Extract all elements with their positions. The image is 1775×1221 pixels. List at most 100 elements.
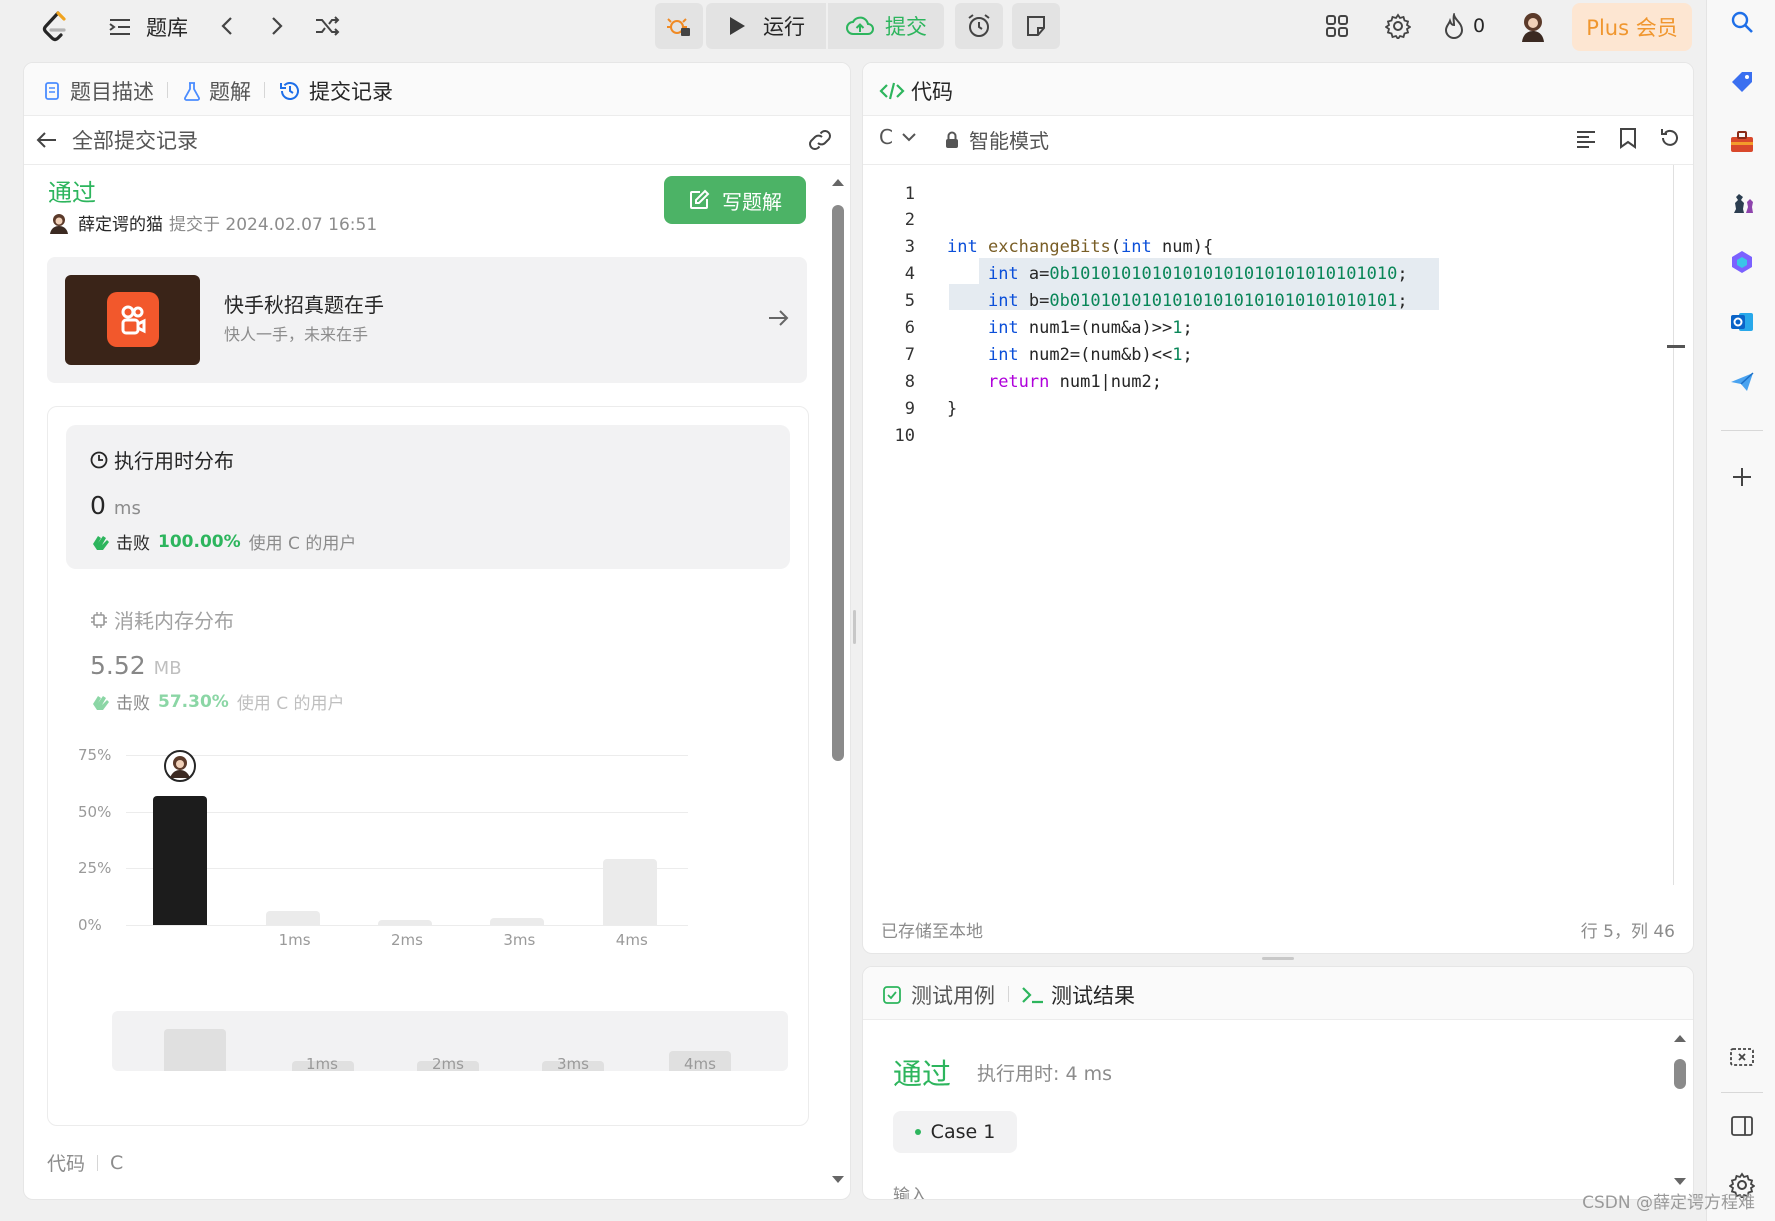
bookmark-button[interactable] bbox=[1619, 127, 1637, 149]
chevron-right-icon bbox=[266, 14, 286, 38]
format-button[interactable] bbox=[1575, 129, 1597, 149]
code-brackets-icon bbox=[879, 81, 905, 101]
line-number: 2 bbox=[904, 210, 915, 230]
runtime-stat[interactable]: 执行用时分布 0 ms 击败 100.00% 使用 C 的用户 bbox=[66, 425, 790, 569]
notes-button[interactable] bbox=[1012, 3, 1060, 49]
runtime-beat: 击败 100.00% 使用 C 的用户 bbox=[90, 529, 356, 554]
prev-problem-button[interactable] bbox=[218, 14, 238, 38]
code-line: int num1=(num&a)>>1; bbox=[987, 318, 1193, 338]
back-to-submissions[interactable]: 全部提交记录 bbox=[36, 125, 198, 155]
tab-submissions[interactable]: 提交记录 bbox=[279, 76, 393, 106]
range-selector[interactable]: 1ms 2ms 3ms 4ms bbox=[112, 1011, 788, 1073]
search-icon[interactable] bbox=[1727, 7, 1757, 37]
sidebar-toggle-icon[interactable] bbox=[1727, 1111, 1757, 1141]
tab-solutions-label: 题解 bbox=[209, 80, 251, 104]
tab-test-result[interactable]: 测试结果 bbox=[1021, 980, 1135, 1010]
case-tab-1[interactable]: Case 1 bbox=[893, 1111, 1017, 1153]
tab-solutions[interactable]: 题解 bbox=[183, 76, 251, 106]
toolbox-icon[interactable] bbox=[1727, 127, 1757, 157]
write-solution-button[interactable]: 写题解 bbox=[664, 176, 806, 224]
chart-bar[interactable] bbox=[378, 920, 432, 925]
scrollbar-thumb[interactable] bbox=[1674, 1059, 1686, 1089]
note-icon bbox=[1024, 14, 1048, 38]
chart-bar[interactable] bbox=[153, 795, 208, 925]
streak-button[interactable]: 0 bbox=[1443, 13, 1485, 39]
chart-bar[interactable] bbox=[265, 911, 320, 925]
tab-test-cases[interactable]: 测试用例 bbox=[883, 980, 995, 1010]
tab-code[interactable]: 代码 bbox=[879, 76, 953, 106]
x-tick-label: 2ms bbox=[391, 931, 423, 949]
test-panel: 测试用例 测试结果 通过 执行用时: 4 ms Case 1 输入 bbox=[862, 966, 1694, 1200]
bookmark-icon bbox=[1619, 127, 1637, 149]
x-tick-label: 4ms bbox=[615, 931, 648, 949]
layout-button[interactable] bbox=[1325, 14, 1349, 38]
problem-bank-button[interactable]: 题库 bbox=[108, 12, 188, 42]
tab-test-result-label: 测试结果 bbox=[1051, 984, 1135, 1008]
line-number: 1 bbox=[904, 184, 915, 204]
next-problem-button[interactable] bbox=[266, 14, 286, 38]
scrollbar-thumb[interactable] bbox=[832, 205, 844, 761]
tag-icon[interactable] bbox=[1727, 67, 1757, 97]
code-editor[interactable]: 1 2 3 4 5 6 7 8 9 10 int exchangeBits(in… bbox=[863, 165, 1693, 905]
settings-button[interactable] bbox=[1385, 13, 1411, 39]
send-icon[interactable] bbox=[1727, 367, 1757, 397]
align-left-icon bbox=[1575, 129, 1597, 149]
panel-resizer[interactable] bbox=[853, 610, 856, 644]
user-avatar[interactable] bbox=[1518, 10, 1548, 42]
y-tick-label: 25% bbox=[78, 859, 112, 878]
code-section-header: 代码 C bbox=[47, 1149, 123, 1176]
list-icon bbox=[108, 17, 132, 37]
range-label: 1ms bbox=[306, 1055, 338, 1073]
test-runtime: 执行用时: 4 ms bbox=[977, 1063, 1112, 1085]
scroll-up-arrow[interactable] bbox=[831, 177, 845, 187]
scroll-down-arrow[interactable] bbox=[831, 1175, 845, 1185]
tab-divider bbox=[1008, 986, 1009, 1002]
shuffle-icon bbox=[314, 14, 342, 38]
fire-icon bbox=[1443, 13, 1465, 39]
author-name[interactable]: 薛定谔的猫 bbox=[78, 210, 163, 235]
language-label: C bbox=[879, 125, 893, 149]
runtime-distribution-chart[interactable]: 0% 25% 50% 75% 1ms 2ms 3ms 4ms bbox=[48, 746, 808, 987]
memory-beat-prefix: 击败 bbox=[116, 694, 150, 714]
test-panel-tabs: 测试用例 测试结果 bbox=[863, 967, 1693, 1020]
code-section-label: 代码 bbox=[47, 1153, 86, 1175]
chart-bar[interactable] bbox=[490, 918, 545, 925]
avatar bbox=[48, 212, 70, 234]
cloud-upload-icon bbox=[845, 15, 875, 37]
promo-banner[interactable]: 快手秋招真题在手 快人一手，未来在手 bbox=[47, 257, 807, 383]
submit-button[interactable]: 提交 bbox=[828, 3, 944, 49]
y-tick-label: 0% bbox=[78, 916, 102, 934]
timer-button[interactable] bbox=[955, 3, 1003, 49]
language-selector[interactable]: C bbox=[879, 125, 917, 149]
chess-icon[interactable] bbox=[1727, 187, 1757, 217]
outlook-icon[interactable] bbox=[1727, 307, 1757, 337]
reset-button[interactable] bbox=[1659, 127, 1681, 149]
memory-unit: MB bbox=[153, 658, 182, 679]
memory-stat[interactable]: 消耗内存分布 5.52 MB 击败 57.30% 使用 C 的用户 bbox=[90, 605, 790, 725]
run-button[interactable]: 运行 bbox=[706, 3, 826, 49]
chip-icon bbox=[90, 611, 108, 629]
browser-sidebar bbox=[1706, 0, 1775, 1221]
plus-icon[interactable] bbox=[1727, 462, 1757, 492]
scroll-up-arrow[interactable] bbox=[1673, 1033, 1687, 1043]
leetcode-logo[interactable] bbox=[40, 10, 70, 44]
copilot-icon[interactable] bbox=[1727, 247, 1757, 277]
chart-bar[interactable] bbox=[602, 859, 657, 925]
tab-description[interactable]: 题目描述 bbox=[44, 76, 154, 106]
runtime-beat-prefix: 击败 bbox=[116, 534, 150, 554]
input-label: 输入 bbox=[893, 1186, 927, 1200]
clap-icon bbox=[90, 692, 112, 712]
plus-membership-button[interactable]: Plus 会员 bbox=[1572, 3, 1692, 51]
line-number: 6 bbox=[904, 318, 915, 338]
scroll-down-arrow[interactable] bbox=[1673, 1177, 1687, 1187]
random-problem-button[interactable] bbox=[314, 14, 342, 38]
line-number: 9 bbox=[904, 399, 915, 419]
panel-resizer[interactable] bbox=[1262, 957, 1294, 960]
smart-mode-label: 智能模式 bbox=[969, 129, 1049, 153]
smart-mode-toggle[interactable]: 智能模式 bbox=[945, 125, 1049, 154]
share-link-button[interactable] bbox=[807, 129, 833, 151]
memory-header: 消耗内存分布 bbox=[90, 605, 234, 634]
terminal-icon bbox=[1021, 985, 1045, 1005]
debug-button[interactable] bbox=[655, 3, 703, 49]
screenshot-icon[interactable] bbox=[1727, 1043, 1757, 1073]
